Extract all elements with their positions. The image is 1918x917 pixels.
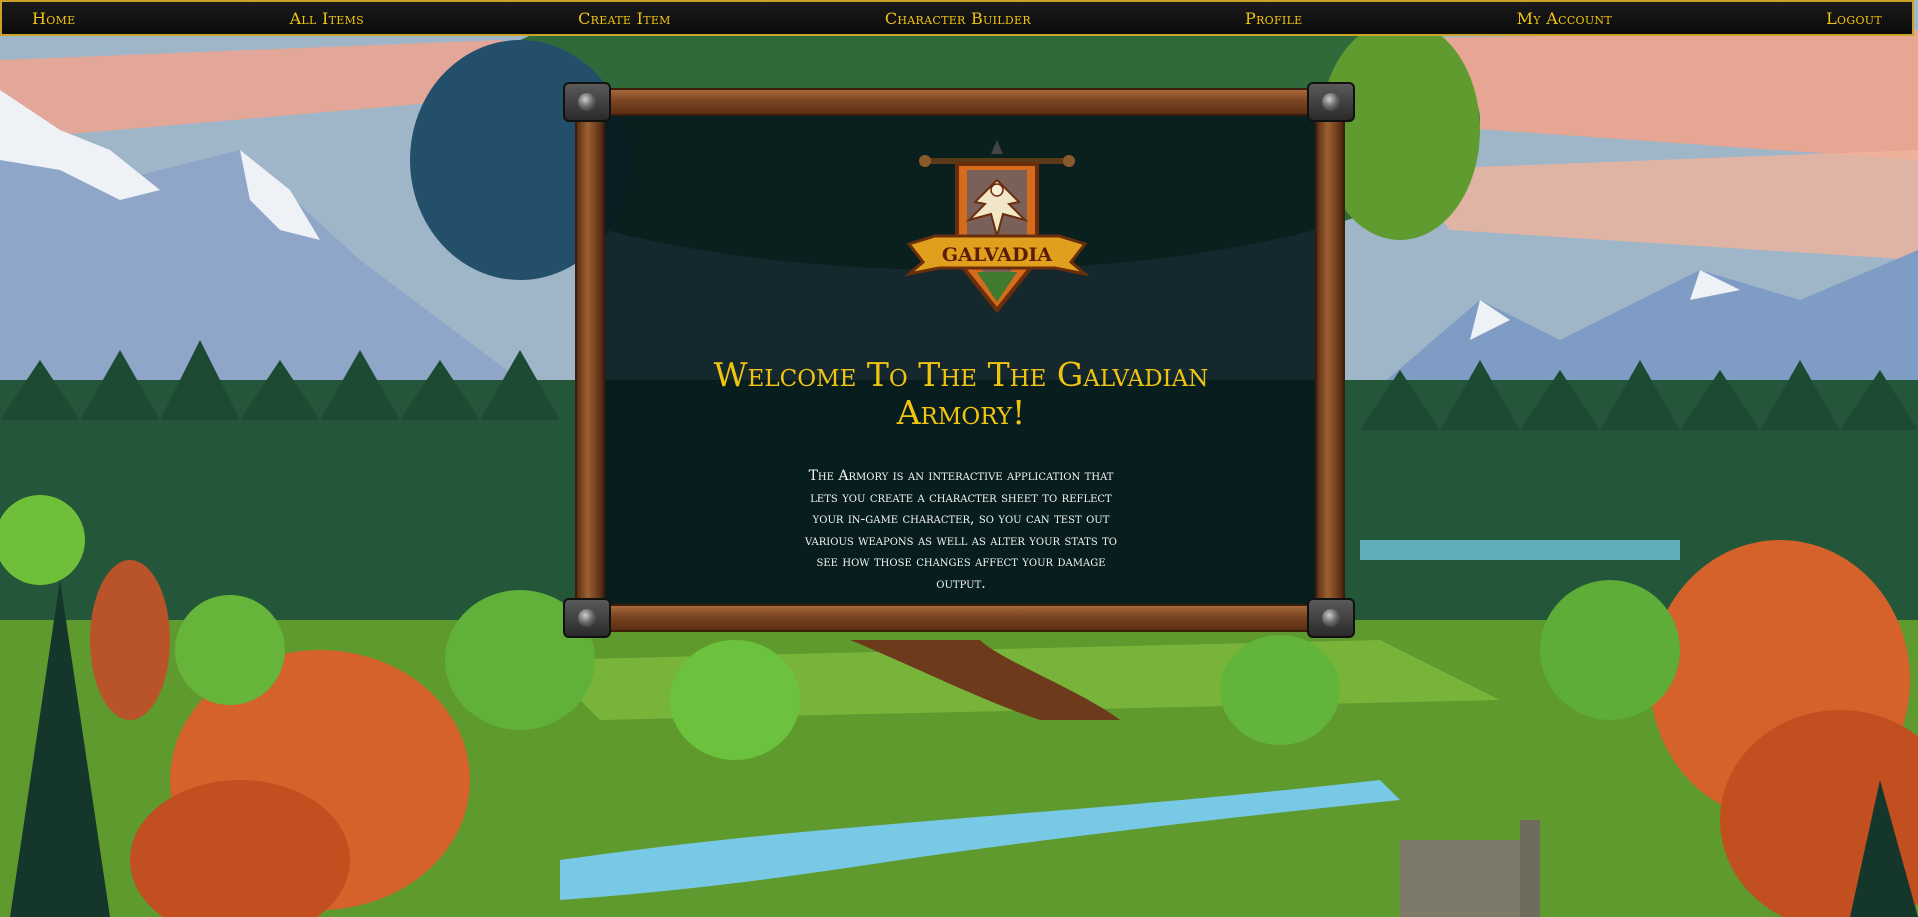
frame-right-beam — [1315, 98, 1345, 622]
frame-left-beam — [575, 98, 605, 622]
bolt-icon — [1307, 82, 1355, 122]
nav-all-items-link[interactable]: All Items — [290, 9, 364, 28]
nav-logout-link[interactable]: Logout — [1826, 9, 1882, 28]
top-nav-bar: Home All Items Create Item Character Bui… — [0, 0, 1914, 36]
bolt-icon — [1307, 598, 1355, 638]
frame-top-beam — [579, 88, 1341, 116]
welcome-description: The Armory is an interactive application… — [805, 468, 1117, 592]
bolt-icon — [563, 598, 611, 638]
frame-bottom-beam — [579, 604, 1341, 632]
welcome-panel: GALVADIA Welcome To The The Galvadian Ar… — [605, 116, 1315, 604]
welcome-title: Welcome To The The Galvadian Armory! — [713, 355, 1209, 432]
nav-my-account-link[interactable]: My Account — [1517, 9, 1612, 28]
nav-home-link[interactable]: Home — [32, 9, 75, 28]
welcome-panel-frame: GALVADIA Welcome To The The Galvadian Ar… — [563, 82, 1357, 638]
galvadia-crest-logo: GALVADIA — [905, 140, 1089, 314]
logo-text: GALVADIA — [942, 244, 1052, 266]
nav-character-builder-link[interactable]: Character Builder — [885, 9, 1031, 28]
bolt-icon — [563, 82, 611, 122]
nav-create-item-link[interactable]: Create Item — [578, 9, 671, 28]
nav-profile-link[interactable]: Profile — [1245, 9, 1302, 28]
